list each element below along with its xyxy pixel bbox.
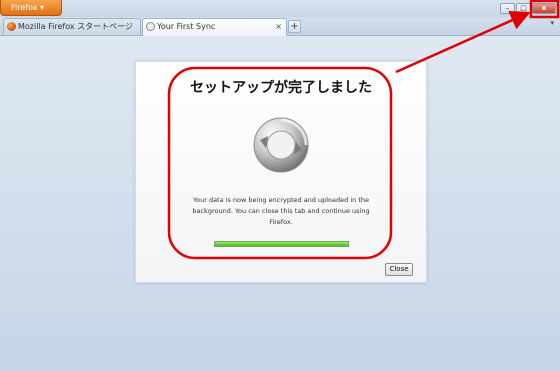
firefox-menu-button[interactable]: Firefox ▾ (0, 0, 62, 16)
progress-fill (215, 242, 348, 246)
tab-close-icon[interactable]: × (275, 19, 282, 34)
close-button[interactable]: Close (385, 263, 413, 276)
close-window-button[interactable]: x (532, 3, 556, 14)
tab-your-first-sync[interactable]: Your First Sync × (142, 18, 287, 36)
window-controls: – □ x (500, 3, 556, 14)
window-titlebar: Firefox ▾ – □ x (0, 0, 560, 18)
dialog-title: セットアップが完了しました (190, 80, 372, 96)
tab-label: Mozilla Firefox スタートページ (18, 22, 133, 31)
new-tab-button[interactable]: + (288, 20, 301, 33)
sync-complete-dialog: セットアップが完了しました Your data is now being enc… (135, 61, 427, 283)
tab-bar: Mozilla Firefox スタートページ Your First Sync … (0, 17, 560, 36)
tab-firefox-start-page[interactable]: Mozilla Firefox スタートページ (3, 18, 141, 35)
minimize-button[interactable]: – (500, 3, 515, 14)
tab-label: Your First Sync (157, 22, 216, 31)
page-content: セットアップが完了しました Your data is now being enc… (0, 36, 560, 371)
upload-progress-bar (214, 241, 349, 247)
tab-list-button[interactable]: ▾ (550, 19, 554, 27)
dialog-message: Your data is now being encrypted and upl… (192, 196, 370, 226)
page-icon (146, 22, 155, 31)
firefox-menu-label: Firefox (11, 3, 38, 12)
maximize-button[interactable]: □ (516, 3, 531, 14)
firefox-icon (7, 22, 16, 31)
sync-icon (253, 117, 309, 173)
